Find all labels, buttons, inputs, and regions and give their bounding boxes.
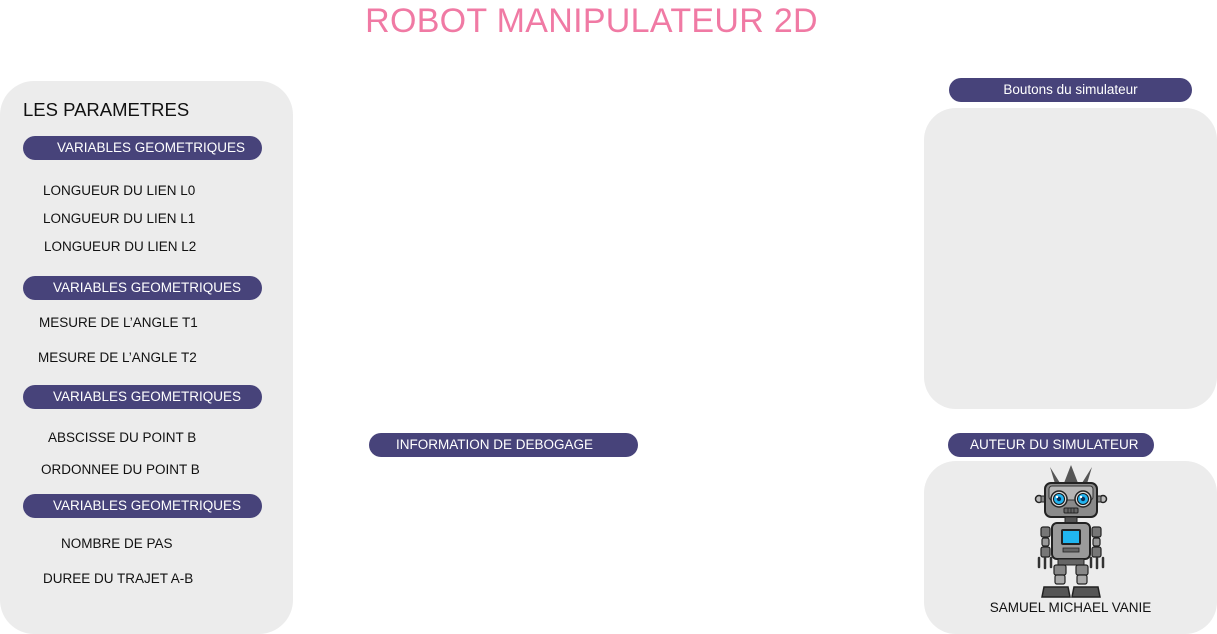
debug-info-header: INFORMATION DE DEBOGAGE <box>369 433 638 457</box>
geometric-variables-header-3: VARIABLES GEOMETRIQUES <box>23 385 262 409</box>
simulator-buttons-panel <box>924 108 1217 409</box>
robot-icon <box>1034 465 1108 598</box>
param-link-length-l0[interactable]: LONGUEUR DU LIEN L0 <box>43 183 195 198</box>
simulator-buttons-header: Boutons du simulateur <box>949 78 1192 102</box>
param-step-count[interactable]: NOMBRE DE PAS <box>61 536 173 551</box>
parameters-heading: LES PARAMETRES <box>23 99 190 120</box>
author-name: SAMUEL MICHAEL VANIE <box>989 600 1152 615</box>
param-angle-t1[interactable]: MESURE DE L’ANGLE T1 <box>39 315 198 330</box>
param-point-b-ordinate[interactable]: ORDONNEE DU POINT B <box>41 462 200 477</box>
param-trajectory-duration[interactable]: DUREE DU TRAJET A-B <box>43 571 193 586</box>
geometric-variables-header-1: VARIABLES GEOMETRIQUES <box>23 136 262 160</box>
app-title: ROBOT MANIPULATEUR 2D <box>365 2 818 40</box>
geometric-variables-header-4: VARIABLES GEOMETRIQUES <box>23 494 262 518</box>
param-link-length-l1[interactable]: LONGUEUR DU LIEN L1 <box>43 211 195 226</box>
param-link-length-l2[interactable]: LONGUEUR DU LIEN L2 <box>44 239 196 254</box>
geometric-variables-header-2: VARIABLES GEOMETRIQUES <box>23 276 262 300</box>
author-header: AUTEUR DU SIMULATEUR <box>948 433 1154 457</box>
param-point-b-abscissa[interactable]: ABSCISSE DU POINT B <box>48 430 196 445</box>
param-angle-t2[interactable]: MESURE DE L’ANGLE T2 <box>38 350 197 365</box>
